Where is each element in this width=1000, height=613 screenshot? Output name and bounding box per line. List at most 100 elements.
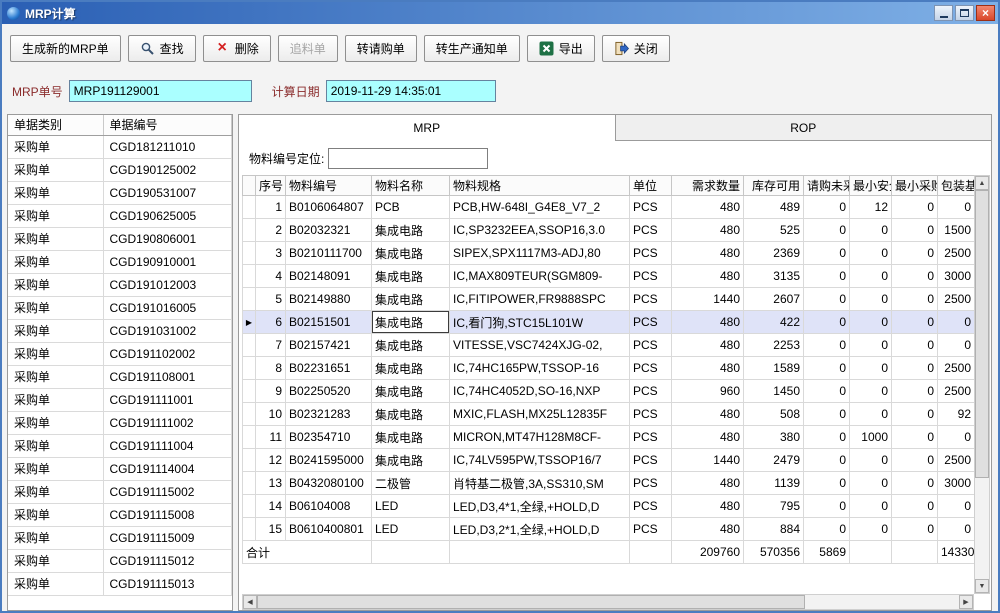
- tab-rop[interactable]: ROP: [616, 114, 993, 141]
- order-row[interactable]: 采购单 CGD190625005: [8, 204, 232, 227]
- cell-material-name[interactable]: 集成电路: [372, 403, 450, 426]
- horizontal-scroll-track[interactable]: [257, 595, 959, 609]
- order-row[interactable]: 采购单 CGD191108001: [8, 365, 232, 388]
- order-row[interactable]: 采购单 CGD190531007: [8, 181, 232, 204]
- order-row[interactable]: 采购单 CGD191031002: [8, 319, 232, 342]
- order-row[interactable]: 采购单 CGD191016005: [8, 296, 232, 319]
- cell-material-name[interactable]: LED: [372, 518, 450, 541]
- cell-sn: 9: [256, 380, 286, 403]
- cell-min-safety: 0: [850, 495, 892, 518]
- total-row: 合计 209760 570356 5869 14330: [243, 541, 975, 564]
- cell-material-name[interactable]: 集成电路: [372, 288, 450, 311]
- mrp-row[interactable]: 13 B0432080100 二极管 肖特基二极管,3A,SS310,SM PC…: [243, 472, 975, 495]
- scroll-down-icon[interactable]: ▼: [975, 579, 989, 593]
- mrp-row[interactable]: 14 B06104008 LED LED,D3,4*1,全绿,+HOLD,D P…: [243, 495, 975, 518]
- mrp-row[interactable]: 4 B02148091 集成电路 IC,MAX809TEUR(SGM809- P…: [243, 265, 975, 288]
- order-row[interactable]: 采购单 CGD191115008: [8, 503, 232, 526]
- cell-min-purchase: 0: [892, 426, 938, 449]
- mrp-no-input[interactable]: [69, 80, 252, 102]
- cell-material-spec: SIPEX,SPX1117M3-ADJ,80: [450, 242, 630, 265]
- cell-material-code: B02231651: [286, 357, 372, 380]
- cell-material-name[interactable]: LED: [372, 495, 450, 518]
- mrp-row[interactable]: 10 B02321283 集成电路 MXIC,FLASH,MX25L12835F…: [243, 403, 975, 426]
- close-button[interactable]: ×: [976, 5, 995, 21]
- mrp-row[interactable]: 8 B02231651 集成电路 IC,74HC165PW,TSSOP-16 P…: [243, 357, 975, 380]
- col-material-code: 物料编号: [286, 176, 372, 196]
- cell-unit: PCS: [630, 196, 672, 219]
- new-mrp-button[interactable]: 生成新的MRP单: [10, 35, 121, 62]
- order-row[interactable]: 采购单 CGD181211010: [8, 135, 232, 158]
- order-row[interactable]: 采购单 CGD191115009: [8, 526, 232, 549]
- horizontal-scroll-thumb[interactable]: [257, 595, 805, 609]
- mrp-row[interactable]: 2 B02032321 集成电路 IC,SP3232EEA,SSOP16,3.0…: [243, 219, 975, 242]
- cell-stock-available: 380: [744, 426, 804, 449]
- order-row[interactable]: 采购单 CGD191115002: [8, 480, 232, 503]
- calc-date-input[interactable]: [326, 80, 496, 102]
- minimize-button[interactable]: [934, 5, 953, 21]
- delete-button[interactable]: × 删除: [203, 35, 271, 62]
- scroll-left-icon[interactable]: ◀: [243, 595, 257, 609]
- cell-material-name[interactable]: 集成电路: [372, 449, 450, 472]
- to-production-notice-button[interactable]: 转生产通知单: [424, 35, 520, 62]
- order-row[interactable]: 采购单 CGD191012003: [8, 273, 232, 296]
- mrp-row[interactable]: 1 B0106064807 PCB PCB,HW-648I_G4E8_V7_2 …: [243, 196, 975, 219]
- mrp-row[interactable]: 9 B02250520 集成电路 IC,74HC4052D,SO-16,NXP …: [243, 380, 975, 403]
- cell-material-name[interactable]: 集成电路: [372, 357, 450, 380]
- mrp-no-label: MRP单号: [12, 83, 63, 100]
- cell-material-name[interactable]: 集成电路: [372, 265, 450, 288]
- tab-mrp[interactable]: MRP: [238, 114, 616, 141]
- cell-material-name[interactable]: 集成电路: [372, 426, 450, 449]
- cell-min-purchase: 0: [892, 357, 938, 380]
- mrp-row[interactable]: 7 B02157421 集成电路 VITESSE,VSC7424XJG-02, …: [243, 334, 975, 357]
- mrp-row[interactable]: 15 B0610400801 LED LED,D3,2*1,全绿,+HOLD,D…: [243, 518, 975, 541]
- order-row[interactable]: 采购单 CGD190806001: [8, 227, 232, 250]
- mrp-row[interactable]: 12 B0241595000 集成电路 IC,74LV595PW,TSSOP16…: [243, 449, 975, 472]
- vertical-scroll-thumb[interactable]: [975, 190, 989, 478]
- material-locator-input[interactable]: [328, 148, 488, 169]
- find-button[interactable]: 查找: [128, 35, 196, 62]
- order-row[interactable]: 采购单 CGD191111004: [8, 434, 232, 457]
- cell-material-name[interactable]: 集成电路: [372, 380, 450, 403]
- cell-material-name[interactable]: 二极管: [372, 472, 450, 495]
- order-row[interactable]: 采购单 CGD191102002: [8, 342, 232, 365]
- cell-stock-available: 795: [744, 495, 804, 518]
- cell-doc-no: CGD191115013: [103, 572, 232, 595]
- col-min-safety: 最小安全: [850, 176, 892, 196]
- order-row[interactable]: 采购单 CGD191111002: [8, 411, 232, 434]
- export-button[interactable]: 导出: [527, 35, 595, 62]
- cell-min-purchase: 0: [892, 219, 938, 242]
- cell-material-name[interactable]: PCB: [372, 196, 450, 219]
- horizontal-scrollbar[interactable]: ◀ ▶: [242, 594, 974, 610]
- order-row[interactable]: 采购单 CGD190125002: [8, 158, 232, 181]
- vertical-scroll-track[interactable]: [975, 190, 989, 579]
- scroll-right-icon[interactable]: ▶: [959, 595, 973, 609]
- vertical-scrollbar[interactable]: ▲ ▼: [974, 175, 990, 594]
- order-row[interactable]: 采购单 CGD191111001: [8, 388, 232, 411]
- mrp-row[interactable]: 11 B02354710 集成电路 MICRON,MT47H128M8CF- P…: [243, 426, 975, 449]
- maximize-button[interactable]: [955, 5, 974, 21]
- titlebar[interactable]: MRP计算 ×: [2, 2, 998, 24]
- close-window-button[interactable]: 关闭: [602, 35, 670, 62]
- cell-on-order-qty: 0: [804, 311, 850, 334]
- cell-material-code: B02149880: [286, 288, 372, 311]
- cell-material-spec: IC,MAX809TEUR(SGM809-: [450, 265, 630, 288]
- cell-required-qty: 480: [672, 518, 744, 541]
- mrp-window: MRP计算 × 生成新的MRP单 查找 × 删除 追料单 转请购单 转生产通知单: [0, 0, 1000, 613]
- cell-doc-no: CGD181211010: [103, 135, 232, 158]
- cell-material-name[interactable]: 集成电路: [372, 242, 450, 265]
- cell-min-purchase: 0: [892, 380, 938, 403]
- trace-order-button[interactable]: 追料单: [278, 35, 338, 62]
- order-row[interactable]: 采购单 CGD191115013: [8, 572, 232, 595]
- to-purchase-request-button[interactable]: 转请购单: [345, 35, 417, 62]
- cell-material-name[interactable]: 集成电路: [372, 334, 450, 357]
- cell-unit: PCS: [630, 334, 672, 357]
- mrp-row[interactable]: 5 B02149880 集成电路 IC,FITIPOWER,FR9888SPC …: [243, 288, 975, 311]
- scroll-up-icon[interactable]: ▲: [975, 176, 989, 190]
- order-row[interactable]: 采购单 CGD191115012: [8, 549, 232, 572]
- mrp-row[interactable]: 3 B0210111700 集成电路 SIPEX,SPX1117M3-ADJ,8…: [243, 242, 975, 265]
- order-row[interactable]: 采购单 CGD190910001: [8, 250, 232, 273]
- cell-material-name[interactable]: 集成电路: [372, 311, 450, 334]
- order-row[interactable]: 采购单 CGD191114004: [8, 457, 232, 480]
- mrp-row[interactable]: ▶ 6 B02151501 集成电路 IC,看门狗,STC15L101W PCS…: [243, 311, 975, 334]
- cell-material-name[interactable]: 集成电路: [372, 219, 450, 242]
